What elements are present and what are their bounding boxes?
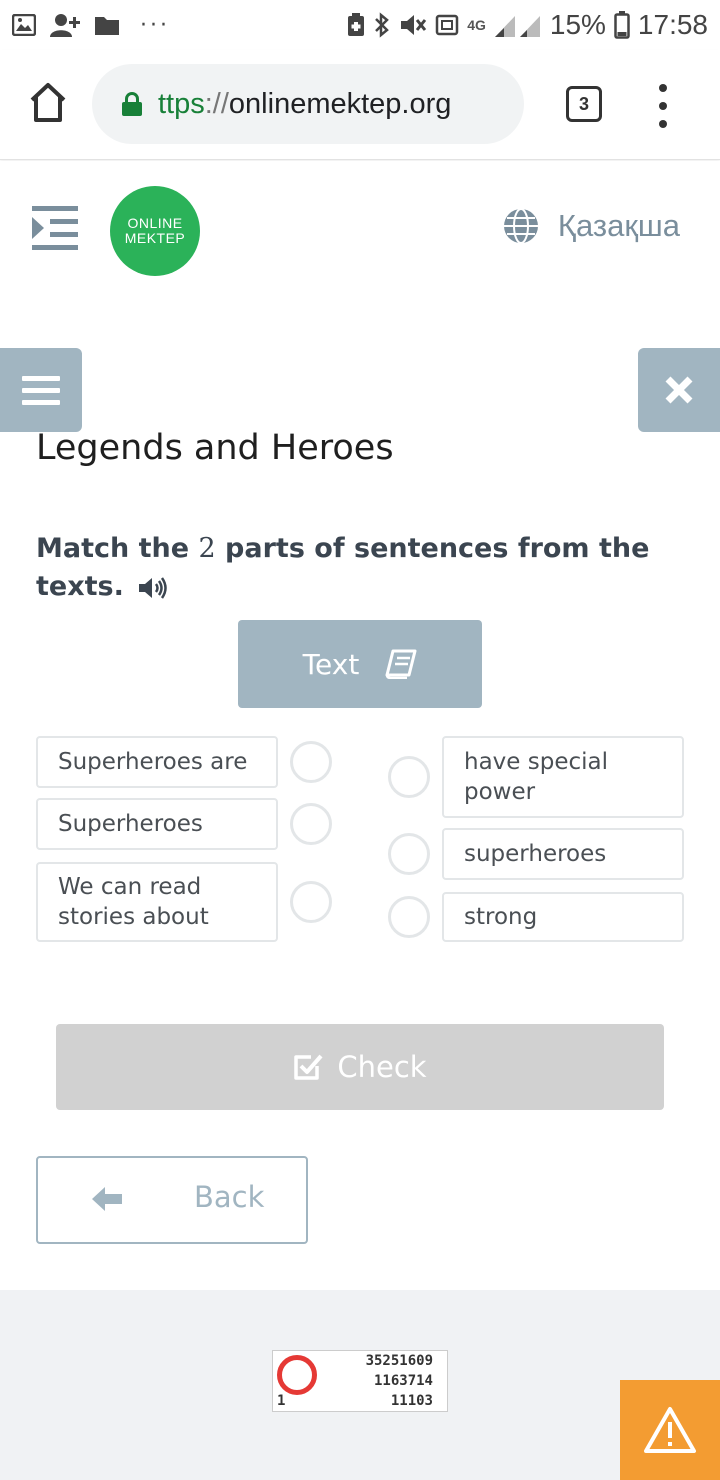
- speaker-icon[interactable]: [138, 575, 168, 601]
- folder-icon: [95, 17, 119, 35]
- check-label: Check: [337, 1050, 427, 1084]
- gallery-icon: [12, 14, 36, 36]
- left-choice-1-connector[interactable]: [290, 741, 332, 783]
- tab-switcher-button[interactable]: 3: [566, 86, 602, 122]
- language-label: Қазақша: [557, 208, 680, 243]
- arrow-left-icon: [92, 1187, 122, 1211]
- right-choice-1[interactable]: have special power: [442, 736, 684, 818]
- bluetooth-icon: [375, 12, 390, 38]
- network-type: 4G: [467, 17, 486, 33]
- address-bar[interactable]: ttps://onlinemektep.org: [92, 64, 524, 144]
- lock-icon: [122, 92, 142, 116]
- page-footer: 35251609 1163714 11103 1: [0, 1290, 720, 1480]
- battery-saver-icon: [348, 13, 365, 36]
- report-problem-button[interactable]: [620, 1380, 720, 1480]
- counter-logo-icon: [277, 1355, 317, 1395]
- sim-icon: [435, 14, 459, 36]
- status-bar: ··· 4G 15% 17:58: [0, 0, 720, 50]
- visit-counter-widget[interactable]: 35251609 1163714 11103 1: [272, 1350, 448, 1412]
- back-label: Back: [194, 1180, 265, 1214]
- back-button[interactable]: Back: [36, 1156, 308, 1244]
- counter-value-left: 1: [277, 1393, 286, 1409]
- more-notifications-indicator: ···: [140, 12, 170, 38]
- globe-icon: [503, 208, 538, 244]
- right-choice-1-connector[interactable]: [388, 756, 430, 798]
- battery-percent: 15%: [549, 9, 606, 40]
- counter-value-1: 35251609: [365, 1353, 433, 1369]
- sidebar-toggle-icon[interactable]: [28, 203, 80, 253]
- warning-icon: [644, 1407, 696, 1453]
- close-lesson-button[interactable]: [638, 348, 720, 432]
- counter-value-3: 11103: [390, 1393, 433, 1409]
- checkbox-icon: [294, 1054, 323, 1080]
- open-text-button[interactable]: Text: [238, 620, 482, 708]
- browser-menu-icon[interactable]: [652, 84, 674, 128]
- home-icon[interactable]: [28, 80, 68, 124]
- task-instruction: Match the 2 parts of sentences from the …: [36, 533, 650, 602]
- book-icon: [385, 649, 417, 679]
- counter-value-2: 1163714: [373, 1373, 433, 1389]
- left-choice-3-connector[interactable]: [290, 881, 332, 923]
- left-choice-3[interactable]: We can read stories about: [36, 862, 278, 942]
- right-choice-3-connector[interactable]: [388, 896, 430, 938]
- lesson-menu-button[interactable]: [0, 348, 82, 432]
- url-text: ttps://onlinemektep.org: [158, 87, 452, 120]
- battery-icon: [614, 11, 630, 39]
- close-icon: [665, 376, 693, 404]
- clock: 17:58: [637, 9, 708, 40]
- left-choice-2[interactable]: Superheroes: [36, 798, 278, 850]
- left-choice-2-connector[interactable]: [290, 803, 332, 845]
- signal-icon: [494, 16, 540, 37]
- mute-icon: [401, 15, 427, 35]
- page-title: Legends and Heroes: [36, 428, 394, 468]
- browser-toolbar: ttps://onlinemektep.org 3: [0, 50, 720, 160]
- add-contact-icon: [50, 14, 80, 37]
- right-choice-2[interactable]: superheroes: [442, 828, 684, 880]
- left-choice-1[interactable]: Superheroes are: [36, 736, 278, 788]
- open-text-label: Text: [302, 647, 360, 681]
- language-switcher[interactable]: Қазақша: [502, 207, 680, 245]
- check-button[interactable]: Check: [56, 1024, 664, 1110]
- site-logo[interactable]: ONLINE MEKTEP: [110, 186, 200, 276]
- right-choice-3[interactable]: strong: [442, 892, 684, 942]
- site-header: ONLINE MEKTEP Қазақша: [0, 161, 720, 301]
- right-choice-2-connector[interactable]: [388, 833, 430, 875]
